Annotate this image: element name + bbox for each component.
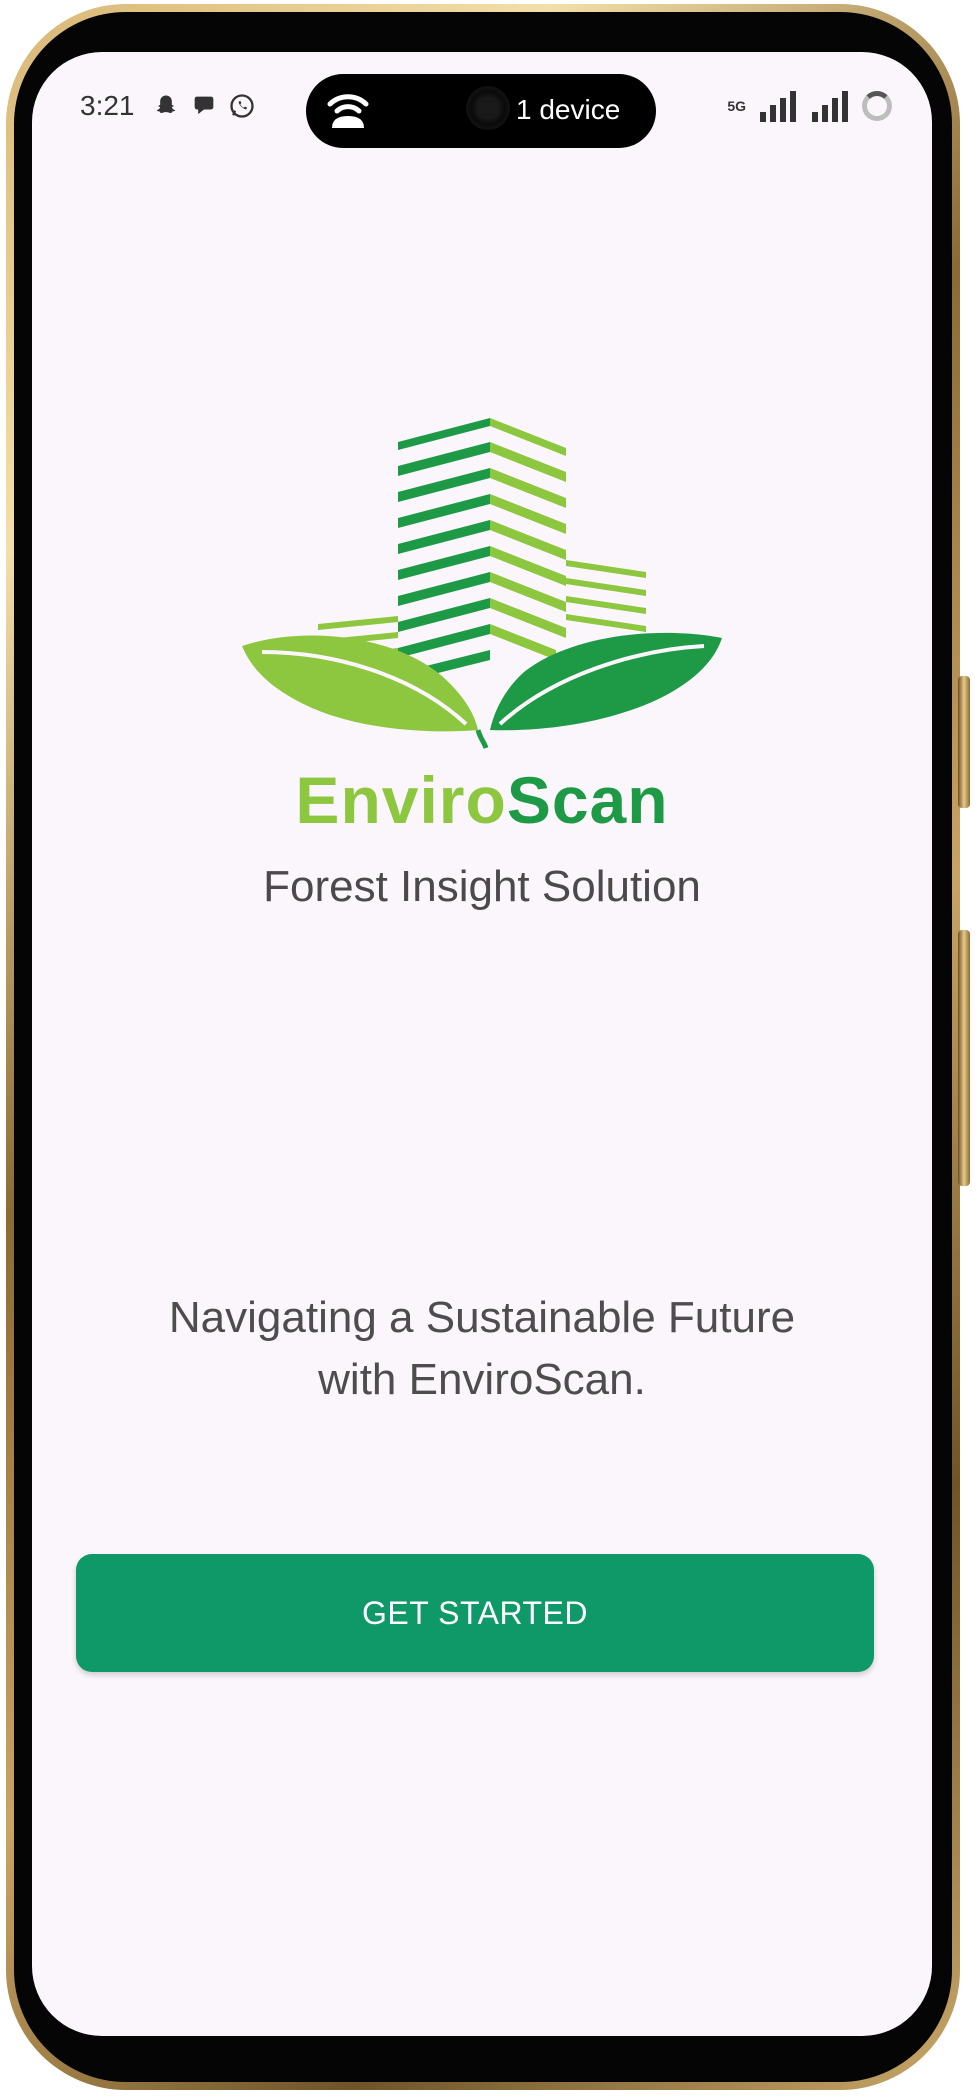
- brand-name-part1: Enviro: [295, 763, 507, 837]
- left-leaf: [242, 635, 478, 732]
- status-bar: 3:21 1 device 5G: [32, 52, 932, 162]
- signal-icon: [760, 91, 796, 122]
- hotspot-icon: [327, 94, 369, 128]
- enviroscan-logo: [242, 418, 722, 749]
- power-button: [958, 676, 970, 808]
- get-started-button[interactable]: GET STARTED: [76, 1554, 874, 1672]
- right-building-lines: [566, 560, 646, 632]
- mission-line-2: with EnviroScan.: [318, 1355, 646, 1404]
- notification-icons: [152, 92, 256, 120]
- canvas: 3:21 1 device 5G EnviroScan Forest Insig…: [0, 0, 978, 2100]
- whatsapp-icon: [230, 94, 254, 118]
- main-tower-left: [398, 418, 490, 680]
- main-tower-right: [490, 418, 566, 660]
- brand-name: EnviroScan: [32, 762, 932, 838]
- signal-icon: [812, 91, 848, 122]
- brand-tagline: Forest Insight Solution: [263, 862, 701, 911]
- status-time: 3:21: [80, 90, 135, 121]
- brand-name-part2: Scan: [506, 763, 669, 837]
- network-type: 5G: [727, 98, 746, 114]
- front-camera: [466, 86, 510, 130]
- hotspot-device-count: 1 device: [516, 94, 621, 125]
- dynamic-island[interactable]: 1 device: [306, 74, 656, 148]
- volume-button: [958, 930, 970, 1186]
- mission-line-1: Navigating a Sustainable Future: [168, 1293, 796, 1342]
- loading-ring-icon: [862, 91, 892, 121]
- snapchat-icon: [156, 95, 176, 113]
- chat-bubble-icon: [194, 96, 214, 115]
- status-right-icons: 5G: [727, 90, 892, 122]
- mission-statement: Navigating a Sustainable Future with Env…: [112, 1287, 852, 1411]
- app-screen: 3:21 1 device 5G EnviroScan Forest Insig…: [32, 52, 932, 2036]
